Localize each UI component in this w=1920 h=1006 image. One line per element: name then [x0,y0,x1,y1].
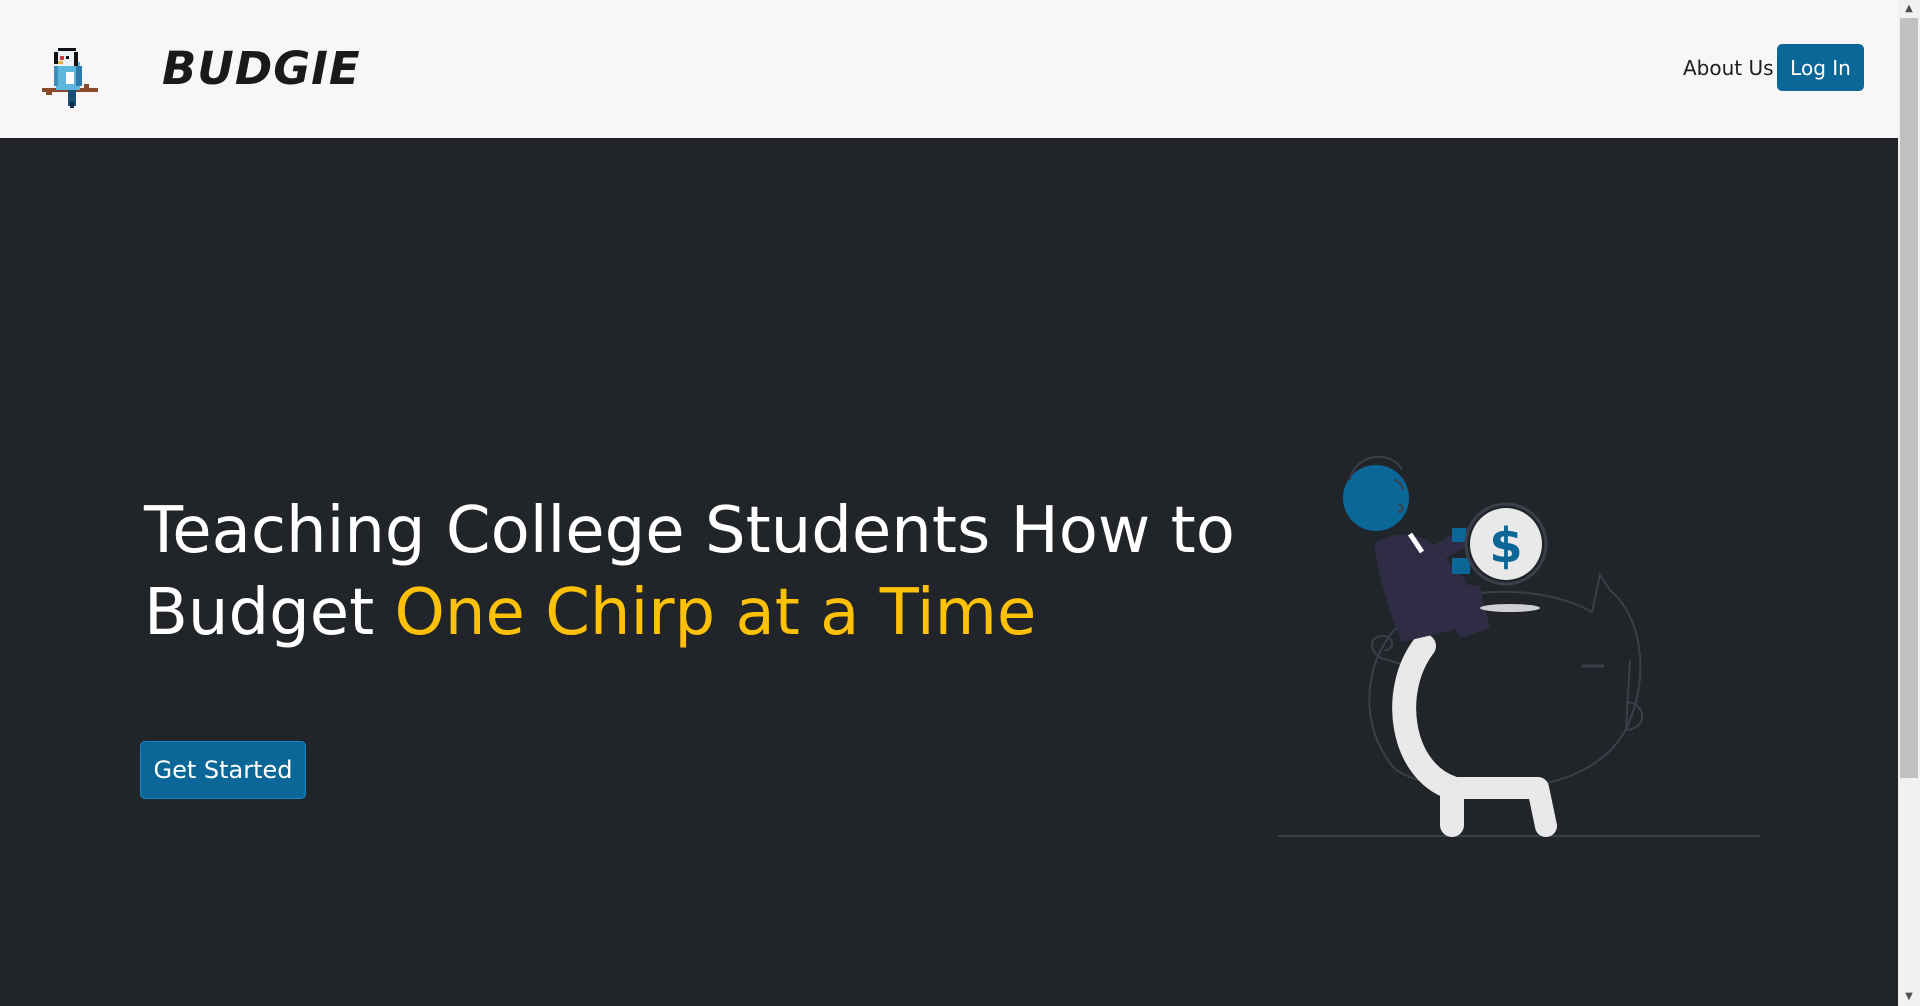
scroll-up-arrow-icon[interactable]: ▲ [1898,0,1920,18]
hero-heading-plain: Budget [144,576,375,650]
get-started-button[interactable]: Get Started [140,741,306,799]
navbar: BUDGIE About Us Log In [0,0,1898,138]
about-us-link[interactable]: About Us [1683,56,1774,80]
hero-heading-accent: One Chirp at a Time [394,576,1037,650]
scroll-down-arrow-icon[interactable]: ▼ [1898,988,1920,1006]
budgie-bird-icon[interactable] [38,44,104,110]
hero-heading-line1: Teaching College Students How to [144,494,1235,568]
page: BUDGIE About Us Log In Teaching College … [0,0,1920,1006]
brand-name[interactable]: BUDGIE [162,42,361,95]
coin-dollar-symbol: $ [1489,518,1522,574]
person-piggy-bank-illustration: $ [1270,440,1770,850]
hero-heading: Teaching College Students How to Budget O… [144,490,1244,654]
scroll-thumb[interactable] [1900,18,1918,778]
log-in-button[interactable]: Log In [1777,44,1864,91]
page-scrollbar[interactable]: ▲ ▼ [1898,0,1920,1006]
